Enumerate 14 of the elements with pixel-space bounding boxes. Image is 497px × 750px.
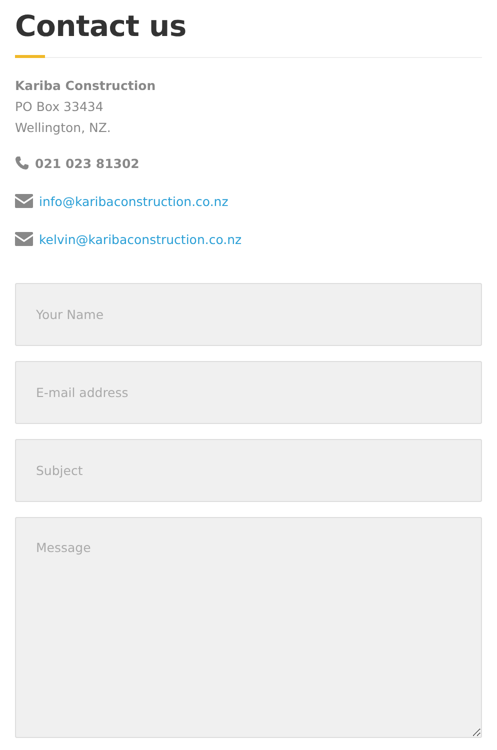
- message-field[interactable]: Message: [15, 517, 482, 738]
- email-link[interactable]: kelvin@karibaconstruction.co.nz: [39, 228, 242, 250]
- company-name: Kariba Construction: [15, 77, 157, 95]
- phone-icon: [15, 156, 29, 170]
- address-line: Wellington, NZ.: [15, 119, 112, 137]
- envelope-icon: [15, 194, 33, 208]
- envelope-icon: [15, 232, 33, 246]
- input-field[interactable]: Subject: [15, 439, 482, 502]
- address-line: PO Box 33434: [15, 98, 104, 116]
- email-link[interactable]: info@karibaconstruction.co.nz: [39, 190, 228, 212]
- input-field[interactable]: E-mail address: [15, 361, 482, 424]
- input-field[interactable]: Your Name: [15, 283, 482, 346]
- page-heading: Contact us: [15, 8, 188, 43]
- phone-number: 021 023 81302: [35, 154, 140, 172]
